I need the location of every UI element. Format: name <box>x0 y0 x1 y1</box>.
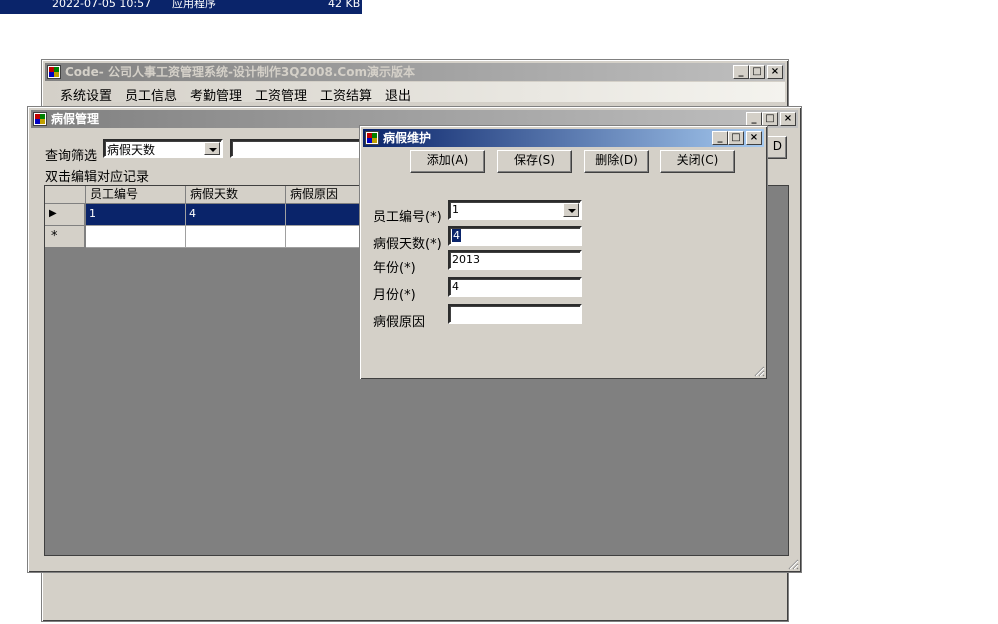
filter-combo[interactable]: 病假天数 <box>103 139 223 158</box>
employee-id-combo[interactable]: 1 <box>448 200 582 220</box>
row-header-new[interactable]: * <box>45 226 85 248</box>
menu-settlement[interactable]: 工资结算 <box>320 85 372 104</box>
employee-id-label: 员工编号(*) <box>373 210 442 225</box>
menu-salary[interactable]: 工资管理 <box>255 85 307 104</box>
year-field[interactable]: 2013 <box>448 250 582 270</box>
row-header-current[interactable]: ▶ <box>45 204 85 226</box>
maximize-button[interactable]: □ <box>749 65 765 79</box>
file-size: 42 KB <box>328 0 361 10</box>
menu-bar: 系统设置 员工信息 考勤管理 工资管理 工资结算 退出 <box>45 82 785 104</box>
month-field[interactable]: 4 <box>448 277 582 297</box>
file-list-row[interactable]: 2022-07-05 10:57 应用程序 42 KB <box>0 0 362 14</box>
column-header-reason[interactable]: 病假原因 <box>286 186 366 204</box>
file-type: 应用程序 <box>172 0 216 10</box>
menu-employee-info[interactable]: 员工信息 <box>125 85 177 104</box>
save-button[interactable]: 保存(S) <box>497 150 572 173</box>
child-maximize-button[interactable]: □ <box>762 112 778 126</box>
reason-label: 病假原因 <box>373 315 426 330</box>
reason-field[interactable] <box>448 304 582 324</box>
month-label: 月份(*) <box>373 288 416 303</box>
column-header-employee-id[interactable]: 员工编号 <box>86 186 186 204</box>
close-dialog-button[interactable]: 关闭(C) <box>660 150 735 173</box>
close-button[interactable]: × <box>767 65 783 79</box>
new-row-cell-reason[interactable] <box>286 226 366 248</box>
app-icon <box>47 65 61 79</box>
window-icon <box>33 112 47 126</box>
sick-leave-dialog: 病假维护 _ □ × 添加(A) 保存(S) 删除(D) 关闭(C) 员工编号(… <box>359 125 768 380</box>
minimize-button[interactable]: _ <box>733 65 749 79</box>
chevron-down-icon[interactable] <box>204 142 220 155</box>
child-minimize-button[interactable]: _ <box>746 112 762 126</box>
new-row-cell-sick-days[interactable] <box>186 226 286 248</box>
dialog-title: 病假维护 <box>383 131 432 145</box>
table-row-cell-reason[interactable] <box>286 204 366 226</box>
month-value: 4 <box>452 280 459 293</box>
new-row-cell-employee-id[interactable] <box>86 226 186 248</box>
table-row-cell-employee-id[interactable]: 1 <box>86 204 186 226</box>
sick-days-field[interactable]: 4 <box>448 226 582 246</box>
employee-id-value: 1 <box>452 203 459 216</box>
dialog-maximize-button[interactable]: □ <box>728 131 744 145</box>
year-value: 2013 <box>452 253 480 266</box>
menu-exit[interactable]: 退出 <box>385 85 411 104</box>
dialog-close-button[interactable]: × <box>746 131 762 145</box>
resize-grip-icon[interactable] <box>787 558 799 570</box>
year-label: 年份(*) <box>373 261 416 276</box>
edit-hint: 双击编辑对应记录 <box>45 170 150 185</box>
column-header-sick-days[interactable]: 病假天数 <box>186 186 286 204</box>
menu-system-settings[interactable]: 系统设置 <box>60 85 112 104</box>
sick-days-value: 4 <box>452 229 461 242</box>
filter-text-input[interactable] <box>230 139 370 158</box>
file-date: 2022-07-05 10:57 <box>52 0 152 10</box>
chevron-down-icon[interactable] <box>563 203 579 217</box>
dialog-titlebar[interactable]: 病假维护 _ □ × <box>363 129 764 147</box>
sick-days-label: 病假天数(*) <box>373 237 442 252</box>
filter-label: 查询筛选 <box>45 149 98 164</box>
child-close-button[interactable]: × <box>780 112 796 126</box>
main-window-title: Code- 公司人事工资管理系统-设计制作3Q2008.Com演示版本 <box>65 65 415 79</box>
add-button[interactable]: 添加(A) <box>410 150 485 173</box>
table-row-cell-sick-days[interactable]: 4 <box>186 204 286 226</box>
main-window-titlebar[interactable]: Code- 公司人事工资管理系统-设计制作3Q2008.Com演示版本 _ □ … <box>45 63 785 81</box>
dialog-icon <box>365 131 379 145</box>
dialog-resize-grip-icon[interactable] <box>753 365 765 377</box>
grid-corner-header <box>45 186 86 204</box>
delete-button[interactable]: 删除(D) <box>584 150 649 173</box>
filter-combo-value: 病假天数 <box>107 143 156 157</box>
sick-leave-title: 病假管理 <box>51 112 100 126</box>
menu-attendance[interactable]: 考勤管理 <box>190 85 242 104</box>
dialog-minimize-button[interactable]: _ <box>712 131 728 145</box>
